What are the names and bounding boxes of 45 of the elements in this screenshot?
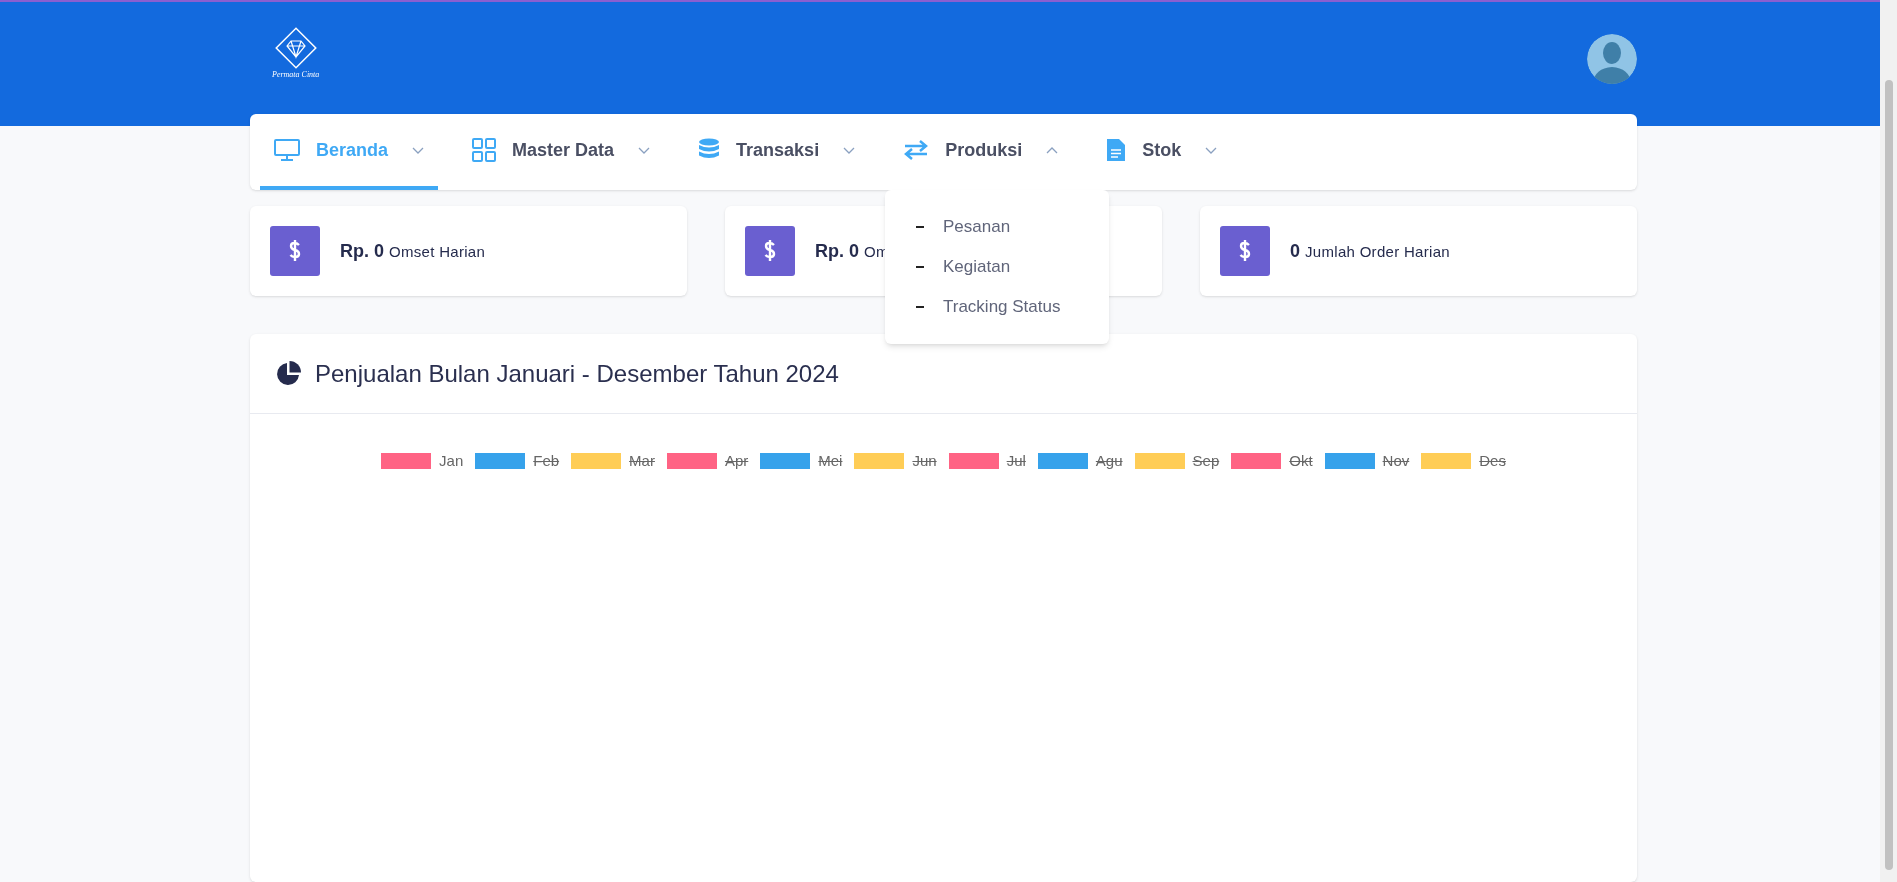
pie-chart-icon (275, 360, 301, 387)
dropdown-item[interactable]: Kegiatan (885, 252, 1109, 282)
chart-title: Penjualan Bulan Januari - Desember Tahun 2024 (315, 358, 839, 389)
legend-item[interactable]: Mei (760, 450, 843, 473)
dropdown-item[interactable]: Pesanan (885, 212, 1109, 242)
dropdown-item[interactable]: Tracking Status (885, 292, 1109, 322)
swap-arrows-icon (903, 140, 930, 160)
stat-label: Jumlah Order Harian (1305, 241, 1450, 262)
legend-item[interactable]: Agu (1037, 450, 1123, 473)
monitor-icon (274, 139, 300, 161)
nav-tab[interactable]: Stok (1092, 114, 1232, 190)
nav-tab[interactable]: Transaksi (684, 114, 870, 190)
legend-item[interactable]: Des (1421, 450, 1506, 473)
legend-item[interactable]: Apr (666, 450, 749, 473)
stat-value: 0 (1290, 239, 1300, 263)
avatar-icon[interactable] (1587, 34, 1637, 84)
diamond-logo-icon (273, 26, 318, 70)
dash-icon (916, 266, 924, 268)
legend-item[interactable]: Jun (854, 450, 937, 473)
legend-item[interactable]: Okt (1231, 450, 1313, 473)
legend-item[interactable]: Mar (571, 450, 655, 473)
dollar-icon (270, 226, 320, 276)
legend-item[interactable]: Feb (475, 450, 560, 473)
chevron-up-icon (1046, 146, 1059, 154)
dollar-icon (745, 226, 795, 276)
legend-item[interactable]: Sep (1134, 450, 1220, 473)
nav-tab[interactable]: Produksi (889, 114, 1073, 190)
stat-value: Rp. 0 (340, 239, 384, 263)
dash-icon (916, 226, 924, 228)
legend-item[interactable]: Nov (1324, 450, 1410, 473)
dash-icon (916, 306, 924, 308)
stat-value: Rp. 0 (815, 239, 859, 263)
legend-item[interactable]: Jan (381, 450, 464, 473)
chevron-down-icon (412, 146, 425, 154)
logo-text: Permata Cinta (272, 70, 320, 79)
grid-icon (472, 138, 497, 162)
dollar-icon (1220, 226, 1270, 276)
scrollbar[interactable] (1880, 0, 1897, 882)
legend-item[interactable]: Jul (948, 450, 1026, 473)
document-icon (1106, 138, 1127, 162)
chevron-down-icon (1205, 146, 1218, 154)
chevron-down-icon (843, 146, 856, 154)
chevron-down-icon (638, 146, 651, 154)
nav-tab[interactable]: Master Data (458, 114, 665, 190)
stat-label: Omset Harian (389, 241, 486, 262)
